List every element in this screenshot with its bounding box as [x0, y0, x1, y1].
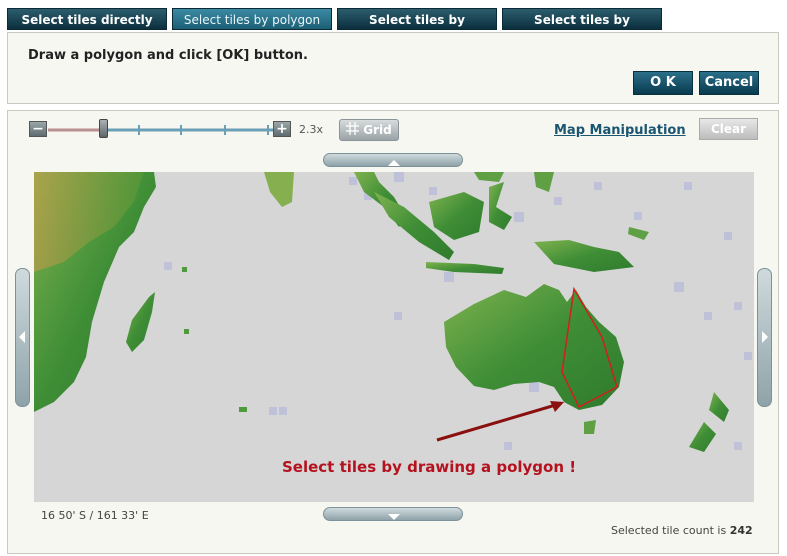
- zoom-out-button[interactable]: −: [29, 121, 47, 137]
- chevron-right-icon: [762, 331, 768, 343]
- chevron-down-icon: [388, 514, 400, 520]
- tab-select-directly[interactable]: Select tiles directly: [7, 8, 167, 30]
- zoom-level: 2.3x: [299, 123, 324, 136]
- tab-select-by-shapefile[interactable]: Select tiles by shapefile: [337, 8, 497, 49]
- map-panel: − + 2.3x Grid Map Manipulation Clear Sel…: [7, 110, 779, 554]
- map-annotation: Select tiles by drawing a polygon !: [282, 458, 577, 476]
- cancel-button[interactable]: Cancel: [699, 71, 759, 95]
- zoom-in-button[interactable]: +: [273, 121, 291, 137]
- clear-button[interactable]: Clear: [699, 118, 758, 140]
- instruction-panel: Draw a polygon and click [OK] button. O …: [7, 32, 779, 104]
- cursor-coordinates: 16 50' S / 161 33' E: [41, 509, 149, 522]
- pan-down-button[interactable]: [323, 507, 463, 521]
- ok-button[interactable]: O K: [633, 71, 693, 95]
- grid-icon: [346, 121, 360, 141]
- chevron-up-icon: [388, 160, 400, 166]
- grid-button-label: Grid: [363, 123, 392, 137]
- pan-left-button[interactable]: [15, 268, 30, 407]
- tab-select-by-polygon[interactable]: Select tiles by polygon: [172, 8, 332, 30]
- zoom-slider-handle[interactable]: [99, 119, 108, 138]
- map-canvas[interactable]: [34, 172, 754, 502]
- tab-select-by-coordinate[interactable]: Select tiles by coordinate: [502, 8, 662, 49]
- zoom-slider-track[interactable]: [48, 123, 274, 137]
- grid-button[interactable]: Grid: [339, 119, 399, 141]
- map-manipulation-link[interactable]: Map Manipulation: [554, 123, 686, 138]
- tile-count-label: Selected tile count is: [611, 524, 730, 537]
- selected-tile-count: Selected tile count is 242: [611, 524, 753, 537]
- pan-up-button[interactable]: [323, 153, 463, 167]
- pan-right-button[interactable]: [757, 268, 772, 407]
- instruction-text: Draw a polygon and click [OK] button.: [28, 48, 308, 63]
- chevron-left-icon: [19, 331, 25, 343]
- tasmania: [584, 420, 596, 434]
- tile-count-value: 242: [729, 524, 753, 537]
